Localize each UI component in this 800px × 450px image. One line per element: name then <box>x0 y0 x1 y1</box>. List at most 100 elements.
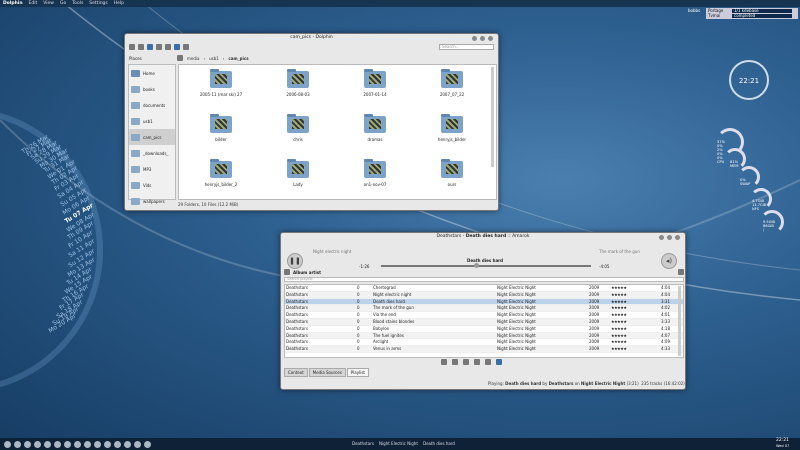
editor-icon[interactable] <box>134 440 141 448</box>
place-item[interactable]: MP3 <box>129 161 175 177</box>
redo-icon[interactable] <box>474 359 480 365</box>
icons-view-icon[interactable] <box>147 44 153 50</box>
file-item[interactable]: henryjs_bilder_2 <box>191 159 251 201</box>
table-row[interactable]: Deathstars 0 Night electric night Night Ele… <box>285 291 683 299</box>
menu-edit[interactable]: Edit <box>29 1 38 6</box>
rating-stars[interactable]: ★★★★★ <box>611 285 661 291</box>
file-item[interactable]: chris <box>268 114 328 156</box>
rating-stars[interactable]: ★★★★★ <box>611 312 661 318</box>
music-icon[interactable] <box>54 440 61 448</box>
split-icon[interactable] <box>183 44 189 50</box>
amarok-close-button[interactable] <box>675 235 680 240</box>
playlist-filter-input[interactable]: Search playlist <box>284 277 684 282</box>
save-icon[interactable] <box>485 359 491 365</box>
album-artist-crumb[interactable]: Album artist <box>293 270 321 275</box>
file-item[interactable]: 2006-08-03 <box>268 69 328 111</box>
undo-icon[interactable] <box>463 359 469 365</box>
path-media[interactable]: media <box>187 56 199 61</box>
rating-stars[interactable]: ★★★★★ <box>611 333 661 339</box>
terminal-icon[interactable] <box>14 440 21 448</box>
file-item[interactable]: 2007-01-14 <box>345 69 405 111</box>
table-row[interactable]: Deathstars 0 Arclight Night Electric Night 2… <box>285 339 683 347</box>
scrollbar[interactable] <box>491 67 494 167</box>
network-icon[interactable] <box>114 440 121 448</box>
table-row[interactable]: Deathstars 0 Blood stains blondes Night Ele… <box>285 318 683 326</box>
table-row[interactable]: Deathstars 0 The fuel ignites Night Electri… <box>285 332 683 340</box>
progress-knob[interactable] <box>473 263 479 268</box>
place-item[interactable]: Vids <box>129 177 175 193</box>
forward-icon[interactable] <box>138 44 144 50</box>
app-menu-title[interactable]: Dolphin <box>3 1 23 6</box>
place-item[interactable]: _downloads_ <box>129 145 175 161</box>
table-row[interactable]: Deathstars 0 Chertograd Night Electric Nigh… <box>285 285 683 292</box>
kickoff-icon[interactable] <box>4 440 11 448</box>
settings-icon[interactable] <box>104 440 111 448</box>
path-usb1[interactable]: usb1 <box>209 56 219 61</box>
menu-go[interactable]: Go <box>60 1 66 6</box>
search-input[interactable]: Search... <box>439 44 494 50</box>
columns-view-icon[interactable] <box>165 44 171 50</box>
file-item[interactable]: 2007_07_22 <box>422 69 482 111</box>
rating-stars[interactable]: ★★★★★ <box>611 346 661 352</box>
place-item[interactable]: cam_pics <box>129 129 175 145</box>
playlist-scrollbar[interactable] <box>678 286 681 356</box>
table-row[interactable]: Deathstars 0 Death dies hard Night Electric… <box>285 298 683 306</box>
table-row[interactable]: Deathstars 0 Via the end Night Electric Nig… <box>285 312 683 319</box>
volume-button[interactable]: ◂) <box>661 253 677 269</box>
rating-stars[interactable]: ★★★★★ <box>611 339 661 345</box>
tab-context[interactable]: Context <box>284 368 308 377</box>
tab-media-sources[interactable]: Media Sources <box>308 368 346 377</box>
chat-icon[interactable] <box>44 440 51 448</box>
details-view-icon[interactable] <box>156 44 162 50</box>
path-cam-pics[interactable]: cam_pics <box>228 56 248 61</box>
previous-track[interactable]: Night electric night <box>313 249 351 254</box>
table-row[interactable]: Deathstars 0 The mark of the gun Night Elec… <box>285 305 683 313</box>
clear-icon[interactable] <box>452 359 458 365</box>
game-icon[interactable] <box>124 440 131 448</box>
taskbar-clock[interactable]: 22:21 Wed 07 <box>776 438 789 448</box>
menu-view[interactable]: View <box>43 1 54 6</box>
place-item[interactable]: Home <box>129 65 175 81</box>
file-item[interactable]: 2005-11 (mar ski) 27 <box>191 69 251 111</box>
rating-stars[interactable]: ★★★★★ <box>611 326 661 332</box>
amarok-minimize-button[interactable] <box>659 235 664 240</box>
table-row[interactable]: Deathstars 0 Babylon Night Electric Night 20… <box>285 326 683 333</box>
file-item[interactable]: henryjs_bilder <box>422 114 482 156</box>
mail-icon[interactable] <box>34 440 41 448</box>
download-icon[interactable] <box>144 440 151 448</box>
files-icon[interactable] <box>94 440 101 448</box>
back-icon[interactable] <box>129 44 135 50</box>
pause-button[interactable]: ❚❚ <box>287 253 303 269</box>
office-icon[interactable] <box>84 440 91 448</box>
sort-icon[interactable] <box>284 269 290 275</box>
place-item[interactable]: wallpapers <box>129 193 175 209</box>
rating-stars[interactable]: ★★★★★ <box>611 305 661 311</box>
amarok-titlebar[interactable]: Deathstars - Death dies hard :: Amarok <box>281 233 685 241</box>
menu-settings[interactable]: Settings <box>89 1 107 6</box>
tab-playlist[interactable]: Playlist <box>346 368 369 377</box>
next-track[interactable]: The mark of the gun <box>599 249 640 254</box>
close-button[interactable] <box>488 36 493 41</box>
place-item[interactable]: usb1 <box>129 113 175 129</box>
amarok-maximize-button[interactable] <box>667 235 672 240</box>
place-item[interactable]: documents <box>129 97 175 113</box>
menu-help[interactable]: Help <box>114 1 124 6</box>
path-back-icon[interactable] <box>177 55 183 61</box>
image-icon[interactable] <box>74 440 81 448</box>
rating-stars[interactable]: ★★★★★ <box>611 319 661 325</box>
file-item[interactable]: ours <box>422 159 482 201</box>
maximize-button[interactable] <box>480 36 485 41</box>
menu-tools[interactable]: Tools <box>72 1 83 6</box>
layout-icon[interactable] <box>678 269 684 275</box>
place-item[interactable]: books <box>129 81 175 97</box>
rating-stars[interactable]: ★★★★★ <box>611 299 661 305</box>
rating-stars[interactable]: ★★★★★ <box>611 292 661 298</box>
file-item[interactable]: Lady <box>268 159 328 201</box>
video-icon[interactable] <box>64 440 71 448</box>
minimize-button[interactable] <box>472 36 477 41</box>
preview-icon[interactable] <box>174 44 180 50</box>
progress-bar[interactable] <box>381 265 591 267</box>
file-item[interactable]: bilder <box>191 114 251 156</box>
dolphin-titlebar[interactable]: cam_pics - Dolphin <box>125 34 498 42</box>
table-row[interactable]: Deathstars 0 Venus in arms Night Electric N… <box>285 346 683 353</box>
